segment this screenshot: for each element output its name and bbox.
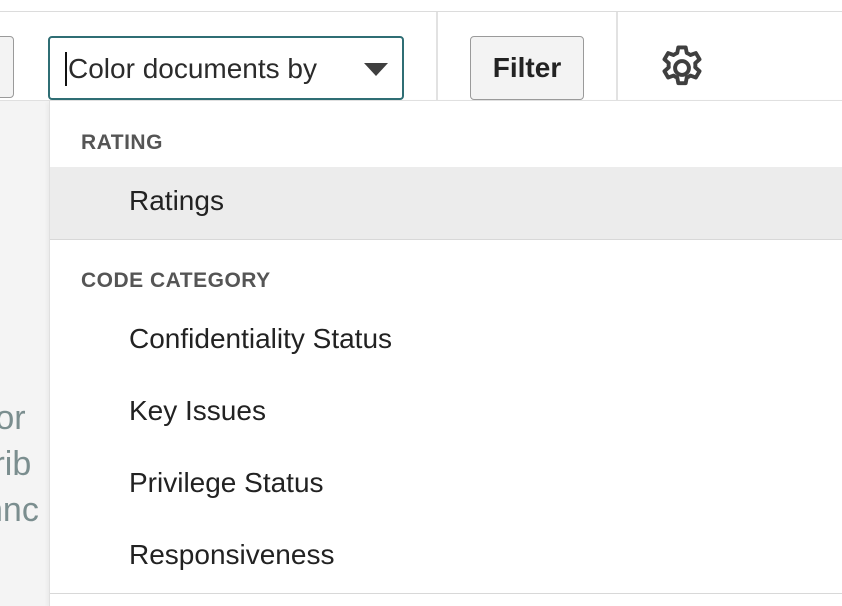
document-preview: ror trib hnc: [0, 101, 50, 606]
page: Color documents by Filter ror trib hnc R…: [0, 0, 842, 606]
toolbar-divider: [616, 12, 618, 100]
group-separator: [50, 593, 842, 594]
color-by-dropdown-menu: RATING Ratings CODE CATEGORY Confidentia…: [49, 100, 842, 606]
menu-item-label: Privilege Status: [129, 467, 324, 498]
gear-icon: [662, 45, 702, 86]
chevron-down-icon[interactable]: [364, 63, 388, 76]
group-header-code-category: CODE CATEGORY: [81, 269, 271, 292]
menu-item-label: Ratings: [129, 185, 224, 216]
color-select-placeholder: Color documents by: [68, 53, 318, 84]
toolbar-button-partial[interactable]: [0, 36, 14, 98]
menu-item-privilege-status[interactable]: Privilege Status: [50, 449, 842, 521]
menu-item-responsiveness[interactable]: Responsiveness: [50, 521, 842, 593]
filter-button[interactable]: Filter: [470, 36, 584, 100]
menu-item-label: Responsiveness: [129, 539, 335, 570]
group-separator: [50, 239, 842, 240]
text-cursor: [65, 52, 67, 86]
menu-item-label: Confidentiality Status: [129, 323, 393, 354]
menu-item-confidentiality-status[interactable]: Confidentiality Status: [50, 305, 842, 377]
top-border: [0, 11, 842, 12]
document-text-fragment: ror: [0, 399, 26, 437]
menu-item-label: Key Issues: [129, 395, 266, 426]
menu-item-key-issues[interactable]: Key Issues: [50, 377, 842, 449]
settings-button[interactable]: [656, 42, 708, 94]
document-text-fragment: hnc: [0, 491, 39, 529]
menu-item-ratings[interactable]: Ratings: [50, 167, 842, 239]
toolbar-divider: [436, 12, 438, 100]
document-text-fragment: trib: [0, 445, 32, 483]
group-header-rating: RATING: [81, 131, 163, 154]
color-documents-by-select[interactable]: Color documents by: [48, 36, 404, 100]
